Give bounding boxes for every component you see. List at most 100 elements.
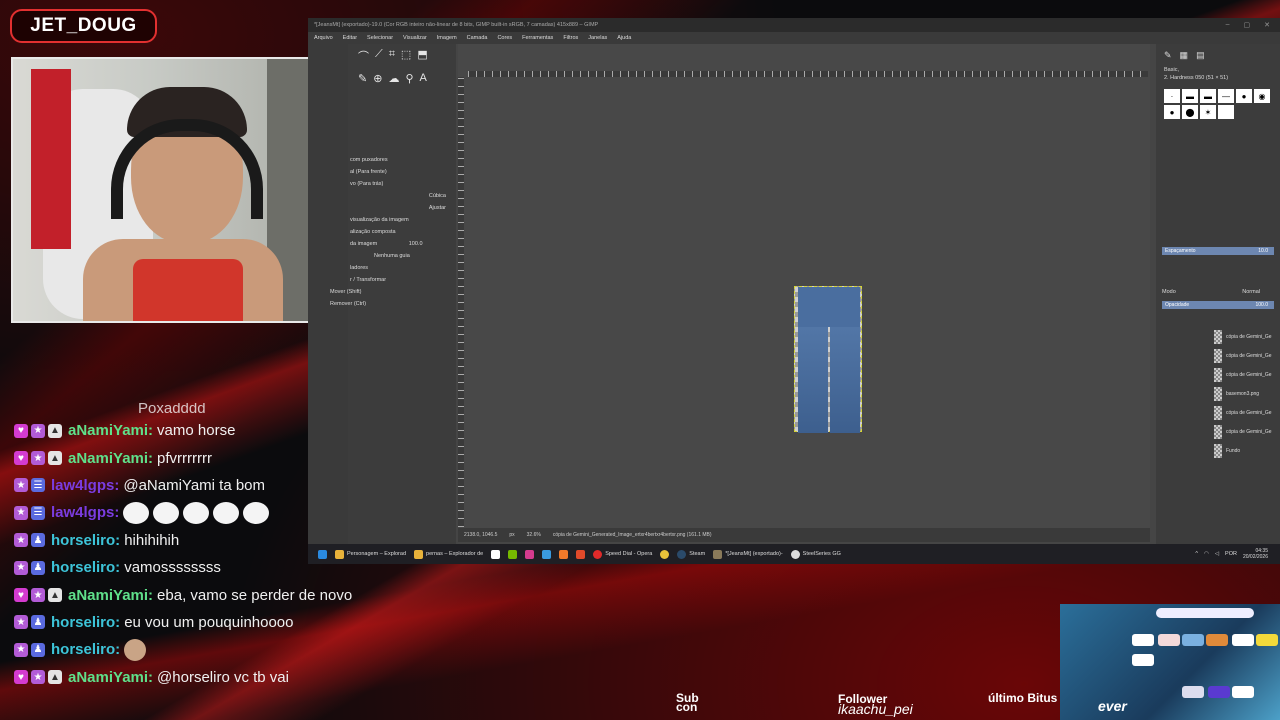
steam-icon [677, 549, 687, 559]
brush-swatch[interactable]: — [1218, 89, 1234, 103]
brush-swatch[interactable]: · [1164, 89, 1180, 103]
menu-cores[interactable]: Cores [497, 35, 512, 41]
spacing-slider[interactable]: Espaçamento 10.0 [1162, 247, 1274, 255]
brave-icon[interactable] [576, 549, 586, 559]
menu-ferramentas[interactable]: Ferramentas [522, 35, 553, 41]
top-ruler[interactable] [468, 71, 1148, 77]
mod-badge-icon: ♟ [31, 533, 45, 548]
brush-swatch[interactable]: ▬ [1182, 89, 1198, 103]
taskbar-label: *[JeansMt] (exportado)- [725, 551, 783, 557]
close-icon[interactable]: ✕ [1264, 21, 1270, 29]
mode-select[interactable]: Normal [1242, 289, 1274, 295]
calendar-icon[interactable] [491, 549, 501, 559]
layer-row[interactable]: cópia de Gemini_Ge [1156, 422, 1280, 441]
chat-username[interactable]: horseliro: [51, 641, 120, 658]
chat-message: ★ ♟ horseliro: hihihihih [14, 527, 434, 554]
direction-forward[interactable]: al (Para frente) [348, 166, 456, 178]
brush-swatch[interactable]: ● [1164, 105, 1180, 119]
brush-swatch[interactable]: ▬ [1200, 89, 1216, 103]
language-indicator[interactable]: POR [1225, 551, 1237, 557]
menu-imagem[interactable]: Imagem [437, 35, 457, 41]
pattern-tab-icon[interactable]: ▦ [1180, 50, 1189, 61]
composite-checkbox[interactable]: alização composta [348, 226, 456, 238]
image-opacity-slider[interactable]: da imagem 100.0 [348, 238, 456, 250]
gimp-titlebar: *[JeansMt] (exportado)-19.0 (Cor RGB int… [308, 18, 1280, 32]
arrow-badge-icon: ▲ [48, 588, 62, 603]
interpolation-select[interactable]: Cúbica [348, 190, 456, 202]
layer-opacity-slider[interactable]: Opacidade 100.0 [1162, 301, 1274, 309]
guides-select[interactable]: Nenhuma guia [348, 250, 456, 262]
chat-username[interactable]: aNamiYami: [68, 450, 153, 467]
brush-swatch[interactable]: ◉ [1254, 89, 1270, 103]
brush-swatch[interactable]: ● [1236, 89, 1252, 103]
menu-selecionar[interactable]: Selecionar [367, 35, 393, 41]
maximize-icon[interactable]: ▢ [1244, 21, 1251, 29]
taskbar-item-gimp[interactable]: *[JeansMt] (exportado)- [713, 549, 783, 559]
app-icon[interactable] [542, 549, 552, 559]
clone-tool-icon[interactable]: ⊕ [373, 72, 382, 85]
fuzzy-select-icon[interactable]: ⟋ [375, 48, 383, 64]
taskbar-item-steam[interactable]: Steam [677, 549, 705, 559]
layer-row[interactable]: Fundo [1156, 441, 1280, 460]
menu-arquivo[interactable]: Arquivo [314, 35, 333, 41]
firefox-icon[interactable] [559, 549, 569, 559]
menu-camada[interactable]: Camada [467, 35, 488, 41]
layer-row[interactable]: basemon3.png [1156, 384, 1280, 403]
brush-swatch[interactable]: ⬤ [1182, 105, 1198, 119]
mode-label: Modo [1162, 289, 1176, 295]
chat-message: ★ ♟ horseliro: vamossssssss [14, 554, 434, 581]
instagram-icon[interactable] [525, 549, 535, 559]
chat-username[interactable]: horseliro: [51, 532, 120, 549]
menu-ajuda[interactable]: Ajuda [617, 35, 631, 41]
chrome-icon[interactable] [660, 549, 670, 559]
zoom-select[interactable]: 32.6% [527, 532, 541, 538]
layer-row[interactable]: cópia de Gemini_Ge [1156, 327, 1280, 346]
path-tool-icon[interactable]: ⚲ [405, 72, 413, 85]
minimize-icon[interactable]: – [1226, 21, 1230, 29]
gradient-tab-icon[interactable]: ▤ [1196, 50, 1205, 61]
chat-text: Poxadddd [138, 403, 206, 417]
jeans-image-layer[interactable] [794, 286, 862, 433]
layer-row[interactable]: cópia de Gemini_Ge [1156, 365, 1280, 384]
nvidia-icon[interactable] [508, 549, 518, 559]
preview-checkbox[interactable]: visualização da imagem [348, 214, 456, 226]
wifi-icon[interactable]: ◠ [1204, 551, 1209, 557]
layer-row[interactable]: cópia de Gemini_Ge [1156, 346, 1280, 365]
menu-editar[interactable]: Editar [343, 35, 357, 41]
chat-username[interactable]: horseliro: [51, 614, 120, 631]
clipping-select[interactable]: Ajustar [348, 202, 456, 214]
layer-row[interactable]: cópia de Gemini_Ge [1156, 403, 1280, 422]
chat-username[interactable]: law4lgps: [51, 477, 119, 494]
taskbar-item-opera[interactable]: Speed Dial - Opera [593, 549, 652, 559]
chevron-up-icon[interactable]: ^ [1195, 551, 1198, 557]
volume-icon[interactable]: ◁ [1215, 551, 1219, 557]
chat-username[interactable]: aNamiYami: [68, 422, 153, 439]
chat-username[interactable]: aNamiYami: [68, 587, 153, 604]
smudge-tool-icon[interactable]: ☁ [388, 72, 399, 85]
chat-username[interactable]: law4lgps: [51, 504, 119, 521]
left-ruler[interactable] [458, 77, 464, 527]
text-tool-icon[interactable]: A [420, 72, 427, 85]
paint-tool-icon[interactable]: ✎ [358, 72, 367, 85]
lasso-tool-icon[interactable]: ⌒ [358, 48, 369, 64]
menu-janelas[interactable]: Janelas [588, 35, 607, 41]
menu-visualizar[interactable]: Visualizar [403, 35, 427, 41]
unit-select[interactable]: px [509, 532, 514, 538]
mod-badge-icon: ☰ [31, 505, 45, 520]
taskbar-item-steelseries[interactable]: SteelSeries GG [790, 549, 841, 559]
transform-tool-icon[interactable]: ⬚ [401, 48, 411, 64]
chat-username[interactable]: horseliro: [51, 559, 120, 576]
chat-username[interactable]: aNamiYami: [68, 669, 153, 686]
crop-tool-icon[interactable]: ⌗ [389, 48, 395, 64]
warp-tool-icon[interactable]: ⬒ [417, 48, 427, 64]
brush-swatch[interactable] [1218, 105, 1234, 119]
layer-name: Fundo [1226, 447, 1241, 454]
layer-name: basemon3.png [1226, 390, 1260, 397]
direction-backward[interactable]: vo (Para trás) [348, 178, 456, 190]
star-badge-icon: ★ [14, 615, 28, 630]
menu-filtros[interactable]: Filtros [563, 35, 578, 41]
chat-text: @aNamiYami ta bom [123, 476, 266, 494]
brush-swatch[interactable]: ✶ [1200, 105, 1216, 119]
clock[interactable]: 04:35 20/02/2026 [1243, 548, 1268, 560]
brush-tab-icon[interactable]: ✎ [1164, 50, 1172, 61]
